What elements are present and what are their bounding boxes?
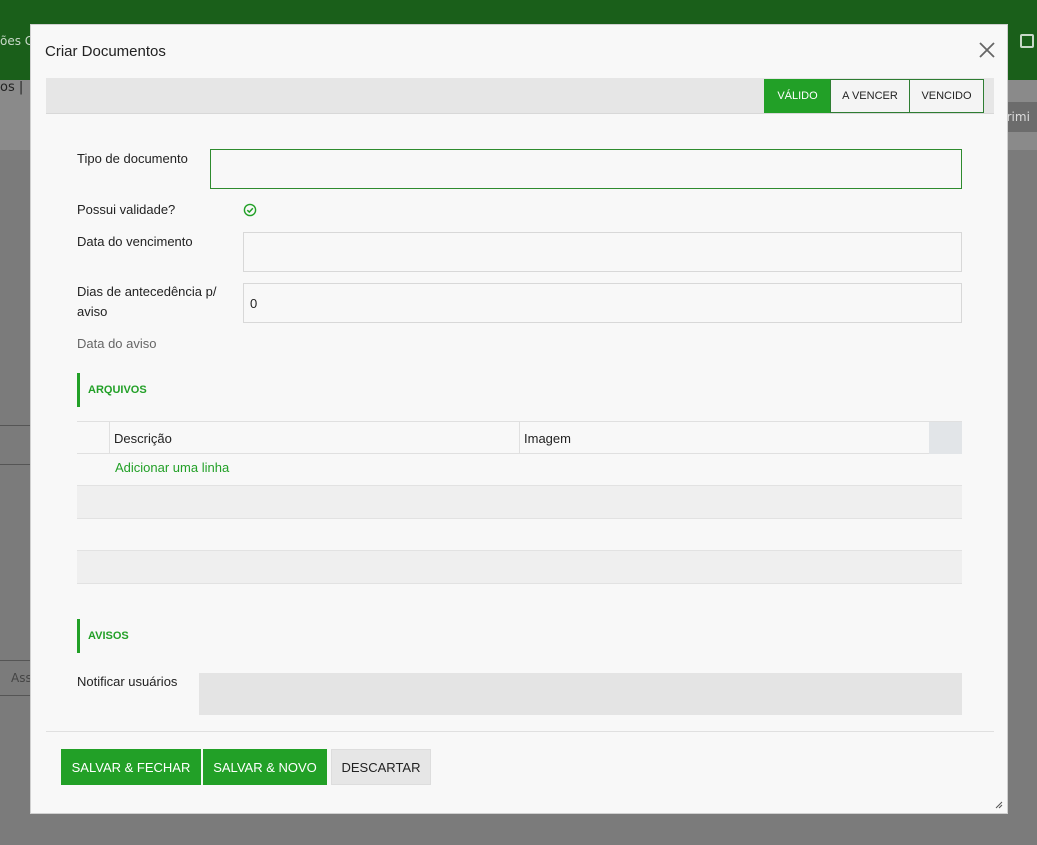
discard-button[interactable]: DESCARTAR (331, 749, 431, 785)
dialog-title: Criar Documentos (45, 43, 166, 60)
status-valido-button[interactable]: VÁLIDO (764, 79, 831, 113)
arquivos-table-header: Descrição Imagem (77, 421, 962, 454)
data-aviso-label: Data do aviso (77, 336, 157, 351)
column-descricao[interactable]: Descrição (110, 422, 518, 454)
note-icon[interactable] (1020, 34, 1034, 48)
table-row (77, 518, 962, 551)
table-row (77, 485, 962, 518)
dias-antecedencia-label: Dias de antecedência p/ aviso (77, 284, 217, 319)
close-icon[interactable] (978, 41, 996, 59)
data-vencimento-input[interactable] (243, 232, 962, 272)
notificar-usuarios-label: Notificar usuários (77, 674, 178, 689)
breadcrumb-fragment: os | (0, 80, 24, 95)
possui-validade-label: Possui validade? (77, 202, 176, 217)
column-imagem[interactable]: Imagem (520, 422, 928, 454)
save-new-button[interactable]: SALVAR & NOVO (203, 749, 327, 785)
column-options[interactable] (929, 422, 962, 454)
status-a-vencer-button[interactable]: A VENCER (830, 79, 910, 113)
create-document-dialog: Criar Documentos VÁLIDO A VENCER VENCIDO… (30, 24, 1008, 814)
table-row (77, 550, 962, 584)
section-avisos: AVISOS (77, 619, 129, 653)
topbar-menu-fragment[interactable]: ões G (0, 34, 34, 48)
footer-divider (46, 731, 994, 732)
validade-checkbox-icon[interactable] (243, 203, 257, 217)
resize-handle-icon[interactable] (995, 801, 1003, 809)
save-close-button[interactable]: SALVAR & FECHAR (61, 749, 201, 785)
data-vencimento-label: Data do vencimento (77, 234, 193, 249)
tipo-documento-input[interactable] (210, 149, 962, 189)
add-line-link[interactable]: Adicionar uma linha (115, 460, 229, 475)
status-vencido-button[interactable]: VENCIDO (909, 79, 984, 113)
notificar-usuarios-input[interactable] (199, 673, 962, 715)
status-bar: VÁLIDO A VENCER VENCIDO (46, 78, 994, 114)
dialog-header: Criar Documentos (31, 25, 1007, 77)
bg-tab-fragment[interactable]: Ass (0, 660, 32, 696)
section-arquivos: ARQUIVOS (77, 373, 147, 407)
bg-divider (0, 425, 30, 465)
tipo-documento-label: Tipo de documento (77, 151, 188, 166)
dias-antecedencia-input[interactable]: 0 (243, 283, 962, 323)
